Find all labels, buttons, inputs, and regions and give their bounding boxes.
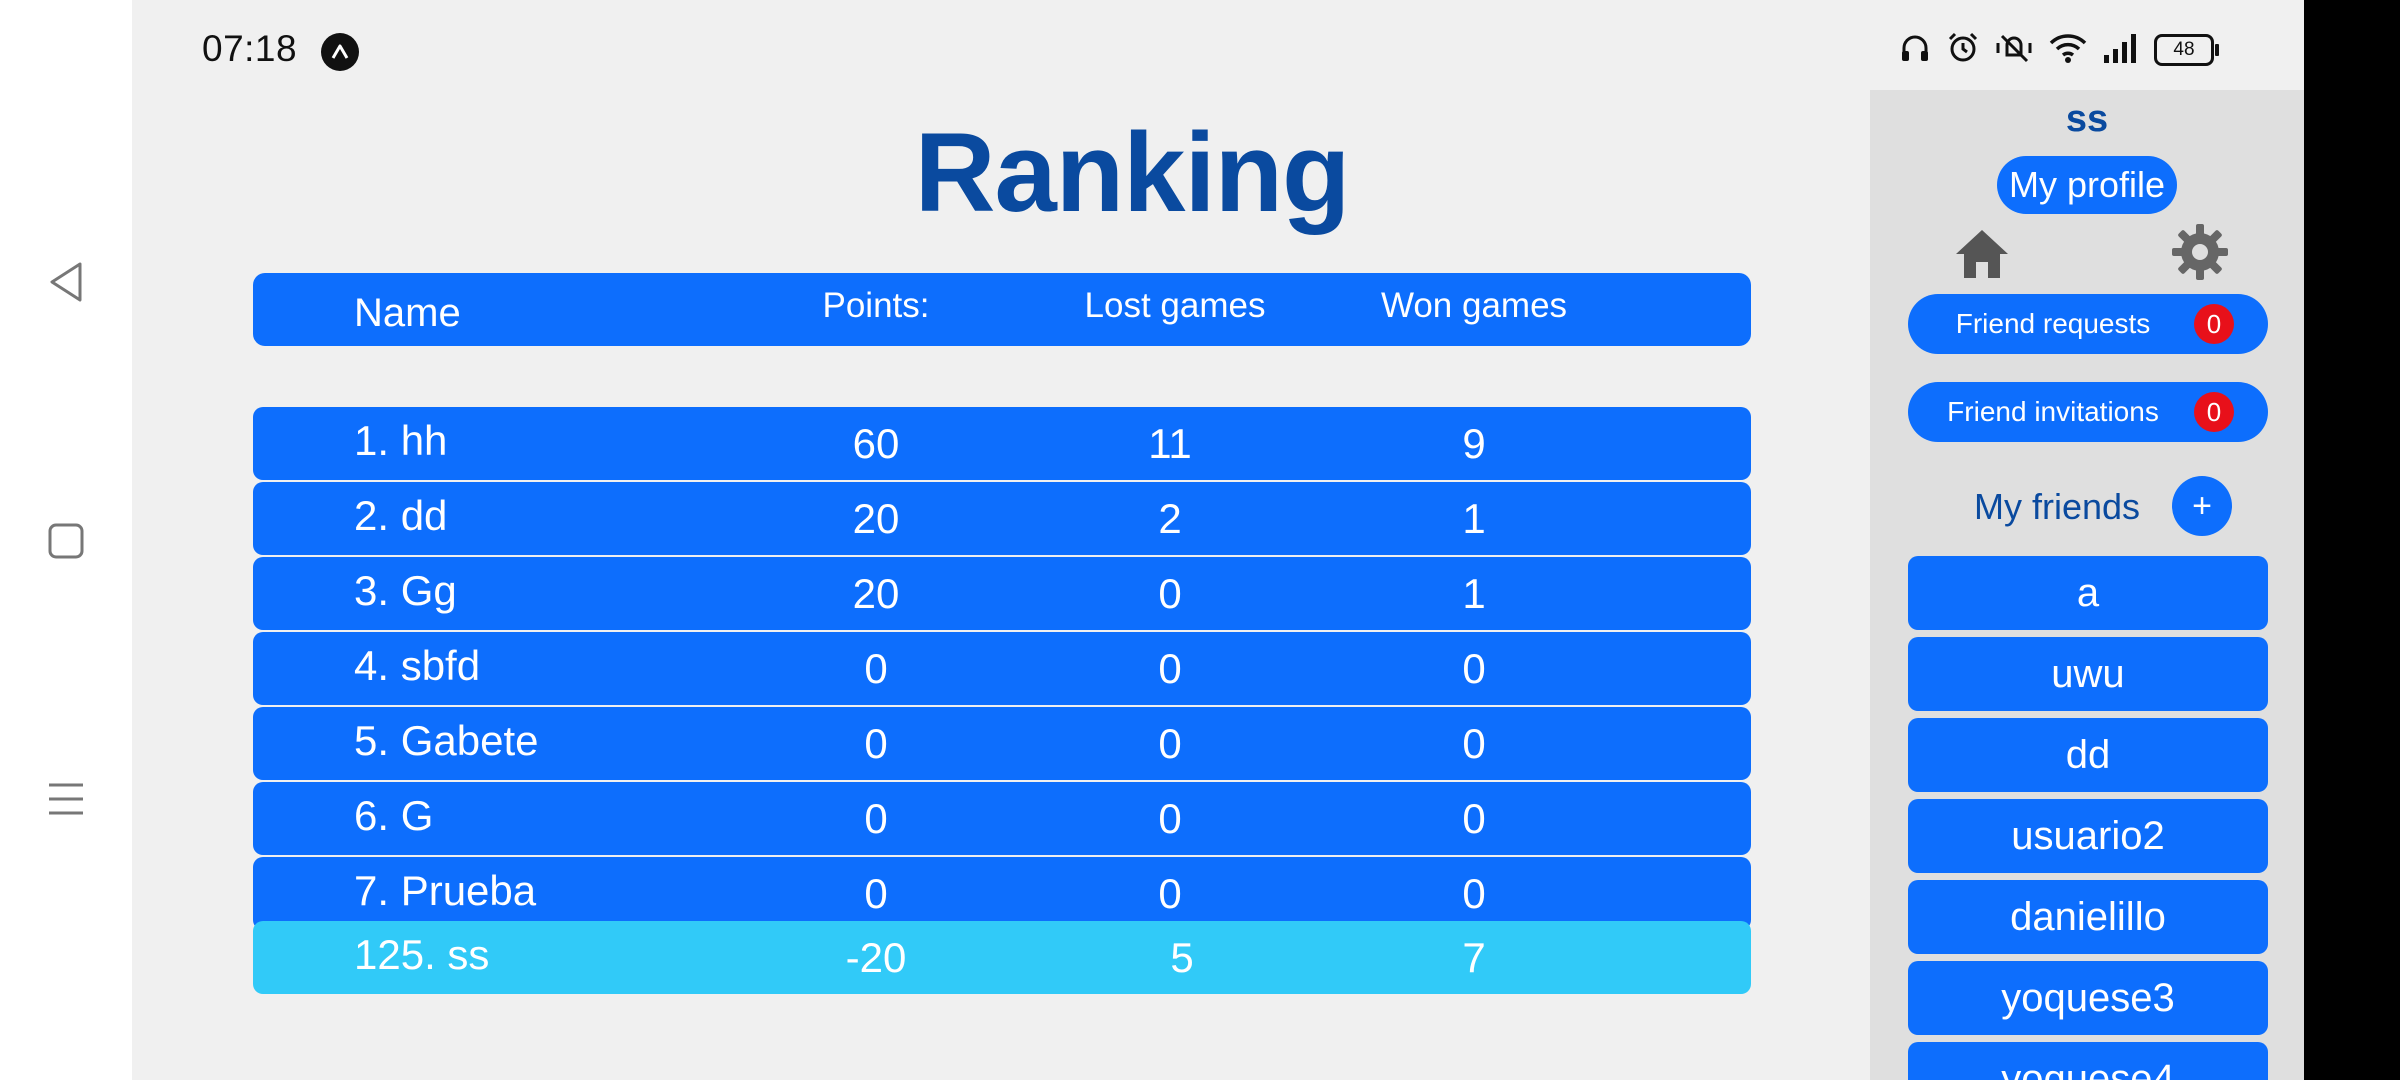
- friend-item[interactable]: danielillo: [1908, 880, 2268, 954]
- header-name: Name: [354, 291, 461, 335]
- friend-item[interactable]: usuario2: [1908, 799, 2268, 873]
- home-icon[interactable]: [1954, 226, 2010, 282]
- page-title: Ranking: [914, 110, 1351, 235]
- friend-requests-button[interactable]: Friend requests 0: [1908, 294, 2268, 354]
- header-lost-games: Lost games: [1084, 285, 1266, 325]
- alarm-icon: [1946, 31, 1980, 70]
- header-won-games: Won games: [1380, 285, 1568, 325]
- row-points: 0: [864, 869, 888, 917]
- ranking-row[interactable]: 3. Gg 20 0 1: [253, 557, 1751, 630]
- username: ss: [2065, 98, 2109, 140]
- row-name: 1. hh: [354, 416, 448, 464]
- row-won: 1: [1462, 494, 1486, 542]
- wifi-icon: [2048, 31, 2088, 70]
- row-points: -20: [845, 933, 907, 981]
- battery-icon: 48: [2154, 34, 2219, 66]
- row-name: 125. ss: [354, 930, 490, 978]
- row-points: 0: [864, 719, 888, 767]
- ranking-row[interactable]: 4. sbfd 0 0 0: [253, 632, 1751, 705]
- row-lost: 0: [1158, 569, 1182, 617]
- system-nav-bar: [0, 0, 132, 1080]
- row-points: 20: [852, 494, 900, 542]
- headset-icon: [1898, 31, 1932, 70]
- gear-icon[interactable]: [2170, 222, 2230, 282]
- row-name: 4. sbfd: [354, 641, 481, 689]
- battery-level: 48: [2173, 39, 2195, 60]
- row-lost: 0: [1158, 869, 1182, 917]
- status-icons: 48: [1898, 30, 2219, 70]
- row-points: 0: [864, 794, 888, 842]
- ranking-header: Name Points: Lost games Won games: [253, 273, 1751, 346]
- back-icon[interactable]: [44, 260, 88, 304]
- friend-invitations-label: Friend invitations: [1947, 396, 2159, 427]
- row-name: 6. G: [354, 791, 434, 839]
- row-name: 2. dd: [354, 491, 448, 539]
- friend-item[interactable]: yoquese4: [1908, 1042, 2268, 1080]
- row-won: 7: [1462, 933, 1486, 981]
- row-points: 60: [852, 419, 900, 467]
- row-lost: 5: [1170, 933, 1194, 981]
- add-friend-button[interactable]: +: [2172, 476, 2232, 536]
- row-name: 7. Prueba: [354, 866, 537, 914]
- friend-item[interactable]: dd: [1908, 718, 2268, 792]
- friends-panel: ss My profile Friend requests 0 Friend i…: [1870, 90, 2304, 1080]
- screen-edge: [2304, 0, 2400, 1080]
- row-won: 0: [1462, 644, 1486, 692]
- ranking-row[interactable]: 2. dd 20 2 1: [253, 482, 1751, 555]
- app-screen: 07:18 48 Ranking Name Points: Lost games…: [132, 0, 2304, 1080]
- row-won: 1: [1462, 569, 1486, 617]
- row-won: 0: [1462, 719, 1486, 767]
- ranking-row[interactable]: 1. hh 60 11 9: [253, 407, 1751, 480]
- row-lost: 11: [1148, 419, 1192, 467]
- friend-requests-badge: 0: [2194, 304, 2234, 344]
- menu-icon[interactable]: [44, 777, 88, 821]
- vibrate-icon: [1994, 31, 2034, 70]
- row-points: 0: [864, 644, 888, 692]
- current-user-row[interactable]: 125. ss -20 5 7: [253, 921, 1751, 994]
- friend-invitations-button[interactable]: Friend invitations 0: [1908, 382, 2268, 442]
- ranking-row[interactable]: 5. Gabete 0 0 0: [253, 707, 1751, 780]
- friend-invitations-badge: 0: [2194, 392, 2234, 432]
- friend-item[interactable]: a: [1908, 556, 2268, 630]
- app-notification-icon: [321, 33, 359, 71]
- row-won: 0: [1462, 794, 1486, 842]
- header-points: Points:: [822, 285, 930, 325]
- row-name: 3. Gg: [354, 566, 457, 614]
- status-time: 07:18: [202, 28, 298, 69]
- home-square-icon[interactable]: [44, 519, 88, 563]
- my-friends-label: My friends: [1974, 486, 2141, 527]
- row-lost: 0: [1158, 794, 1182, 842]
- row-lost: 2: [1158, 494, 1182, 542]
- friend-item[interactable]: yoquese3: [1908, 961, 2268, 1035]
- my-profile-button[interactable]: My profile: [1997, 156, 2177, 214]
- signal-icon: [2102, 31, 2140, 70]
- row-name: 5. Gabete: [354, 716, 539, 764]
- row-won: 0: [1462, 869, 1486, 917]
- row-points: 20: [852, 569, 900, 617]
- row-lost: 0: [1158, 644, 1182, 692]
- ranking-row[interactable]: 6. G 0 0 0: [253, 782, 1751, 855]
- friend-item[interactable]: uwu: [1908, 637, 2268, 711]
- friend-requests-label: Friend requests: [1955, 308, 2151, 339]
- row-won: 9: [1462, 419, 1486, 467]
- row-lost: 0: [1158, 719, 1182, 767]
